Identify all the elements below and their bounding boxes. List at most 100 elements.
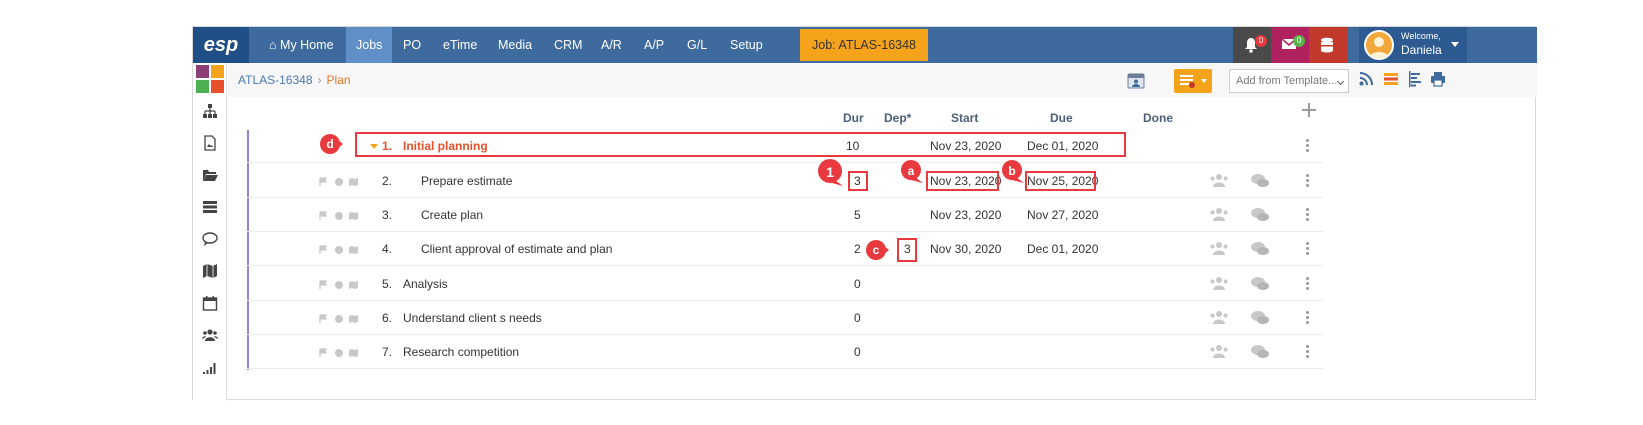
col-header-dur: Dur — [843, 111, 864, 125]
task-duration[interactable]: 0 — [854, 345, 861, 359]
row-menu-icon[interactable] — [1306, 208, 1309, 222]
add-from-template-select[interactable]: Add from Template... — [1229, 69, 1349, 93]
task-title[interactable]: Understand client s needs — [403, 311, 542, 325]
nav-ap[interactable]: A/P — [634, 27, 674, 63]
comment-icon[interactable] — [202, 231, 218, 247]
task-duration[interactable]: 0 — [854, 311, 861, 325]
chevron-down-icon — [1201, 79, 1207, 83]
nav-ar[interactable]: A/R — [591, 27, 632, 63]
map-icon[interactable] — [202, 263, 218, 279]
task-row[interactable]: 3. Create plan 5 Nov 23, 2020 Nov 27, 20… — [247, 198, 1323, 232]
breadcrumb: ATLAS-16348 › Plan — [238, 73, 351, 87]
row-menu-icon[interactable] — [1306, 139, 1309, 153]
col-header-due: Due — [1050, 111, 1073, 125]
row-menu-icon[interactable] — [1306, 277, 1309, 291]
list-server-icon[interactable] — [202, 199, 218, 215]
nav-etime[interactable]: eTime — [433, 27, 487, 63]
assign-users-icon[interactable] — [1209, 310, 1229, 326]
annotation-box-dependency — [897, 238, 917, 262]
assign-users-icon[interactable] — [1209, 344, 1229, 360]
layers-list-icon[interactable] — [1383, 71, 1399, 87]
comments-icon[interactable] — [1250, 344, 1270, 360]
task-duration[interactable]: 0 — [854, 277, 861, 291]
comments-icon[interactable] — [1250, 207, 1270, 223]
flag-circle-map-icons[interactable] — [319, 314, 363, 324]
database-button[interactable] — [1309, 27, 1347, 63]
task-row[interactable]: 7. Research competition 0 — [247, 335, 1323, 369]
task-due[interactable]: Dec 01, 2020 — [1027, 242, 1098, 256]
gantt-icon[interactable] — [1408, 71, 1422, 87]
breadcrumb-current: Plan — [326, 73, 351, 87]
task-title[interactable]: Analysis — [403, 277, 448, 291]
task-row[interactable]: 2. Prepare estimate 3 Nov 23, 2020 Nov 2… — [247, 164, 1323, 198]
task-duration[interactable]: 5 — [854, 208, 861, 222]
assign-users-icon[interactable] — [1209, 207, 1229, 223]
users-icon[interactable] — [202, 327, 218, 343]
print-icon[interactable] — [1430, 71, 1446, 87]
task-number: 4. — [382, 242, 393, 256]
nav-setup[interactable]: Setup — [720, 27, 773, 63]
notifications-button[interactable]: 0 — [1233, 27, 1271, 63]
assign-users-icon[interactable] — [1209, 276, 1229, 292]
nav-po[interactable]: PO — [393, 27, 431, 63]
task-title[interactable]: Create plan — [421, 208, 483, 222]
annotation-label-a: a — [907, 164, 915, 178]
assign-users-icon[interactable] — [1209, 241, 1229, 257]
template-select-placeholder: Add from Template... — [1236, 75, 1338, 87]
user-menu-caret-icon — [1451, 42, 1459, 47]
nav-media[interactable]: Media — [488, 27, 542, 63]
flag-circle-map-icons[interactable] — [319, 177, 363, 187]
nav-my-home-label: My Home — [280, 38, 334, 52]
user-menu[interactable]: Welcome, Daniela — [1359, 27, 1467, 63]
task-start[interactable]: Nov 23, 2020 — [930, 208, 1001, 222]
col-header-done: Done — [1143, 111, 1173, 125]
task-row[interactable]: 4. Client approval of estimate and plan … — [247, 232, 1323, 266]
comments-icon[interactable] — [1250, 310, 1270, 326]
job-button[interactable]: Job: ATLAS-16348 — [800, 29, 929, 61]
org-chart-icon[interactable] — [202, 103, 218, 119]
task-number: 2. — [382, 174, 393, 188]
team-calendar-icon[interactable] — [1126, 70, 1146, 90]
welcome-label: Welcome, — [1401, 31, 1441, 41]
apps-grid-icon[interactable] — [196, 65, 224, 93]
comments-icon[interactable] — [1250, 173, 1270, 189]
row-menu-icon[interactable] — [1306, 345, 1309, 359]
chevron-down-icon — [1336, 77, 1345, 86]
image-file-icon[interactable] — [202, 135, 218, 151]
comments-icon[interactable] — [1250, 241, 1270, 257]
nav-crm[interactable]: CRM — [544, 27, 592, 63]
rss-icon[interactable] — [1359, 72, 1373, 86]
nav-jobs[interactable]: Jobs — [346, 27, 393, 63]
row-menu-icon[interactable] — [1306, 311, 1309, 325]
task-title[interactable]: Prepare estimate — [421, 174, 512, 188]
row-menu-icon[interactable] — [1306, 174, 1309, 188]
task-row[interactable]: 6. Understand client s needs 0 — [247, 301, 1323, 335]
comments-icon[interactable] — [1250, 276, 1270, 292]
top-nav: esp ⌂ My Home Jobs PO eTime Media CRM A/… — [193, 27, 1537, 63]
flag-circle-map-icons[interactable] — [319, 280, 363, 290]
breadcrumb-job-link[interactable]: ATLAS-16348 — [238, 73, 313, 87]
signal-bars-icon[interactable] — [202, 359, 218, 375]
nav-my-home[interactable]: ⌂ My Home — [259, 27, 344, 63]
flag-circle-map-icons[interactable] — [319, 245, 363, 255]
task-duration[interactable]: 2 — [854, 242, 861, 256]
task-due[interactable]: Nov 27, 2020 — [1027, 208, 1098, 222]
task-title[interactable]: Research competition — [403, 345, 519, 359]
nav-gl[interactable]: G/L — [677, 27, 717, 63]
task-title[interactable]: Client approval of estimate and plan — [421, 242, 612, 256]
plan-view-dropdown[interactable] — [1174, 69, 1212, 93]
assign-users-icon[interactable] — [1209, 173, 1229, 189]
row-menu-icon[interactable] — [1306, 242, 1309, 256]
task-row[interactable]: 5. Analysis 0 — [247, 267, 1323, 301]
add-task-button[interactable] — [1302, 103, 1316, 117]
flag-circle-map-icons[interactable] — [319, 348, 363, 358]
col-header-start: Start — [951, 111, 979, 125]
bell-badge: 0 — [1255, 35, 1267, 47]
messages-button[interactable]: 0 — [1271, 27, 1309, 63]
folder-open-icon[interactable] — [202, 167, 218, 183]
calendar-icon[interactable] — [202, 295, 218, 311]
flag-circle-map-icons[interactable] — [319, 211, 363, 221]
esp-logo[interactable]: esp — [193, 27, 249, 63]
task-start[interactable]: Nov 30, 2020 — [930, 242, 1001, 256]
task-number: 5. — [382, 277, 393, 291]
